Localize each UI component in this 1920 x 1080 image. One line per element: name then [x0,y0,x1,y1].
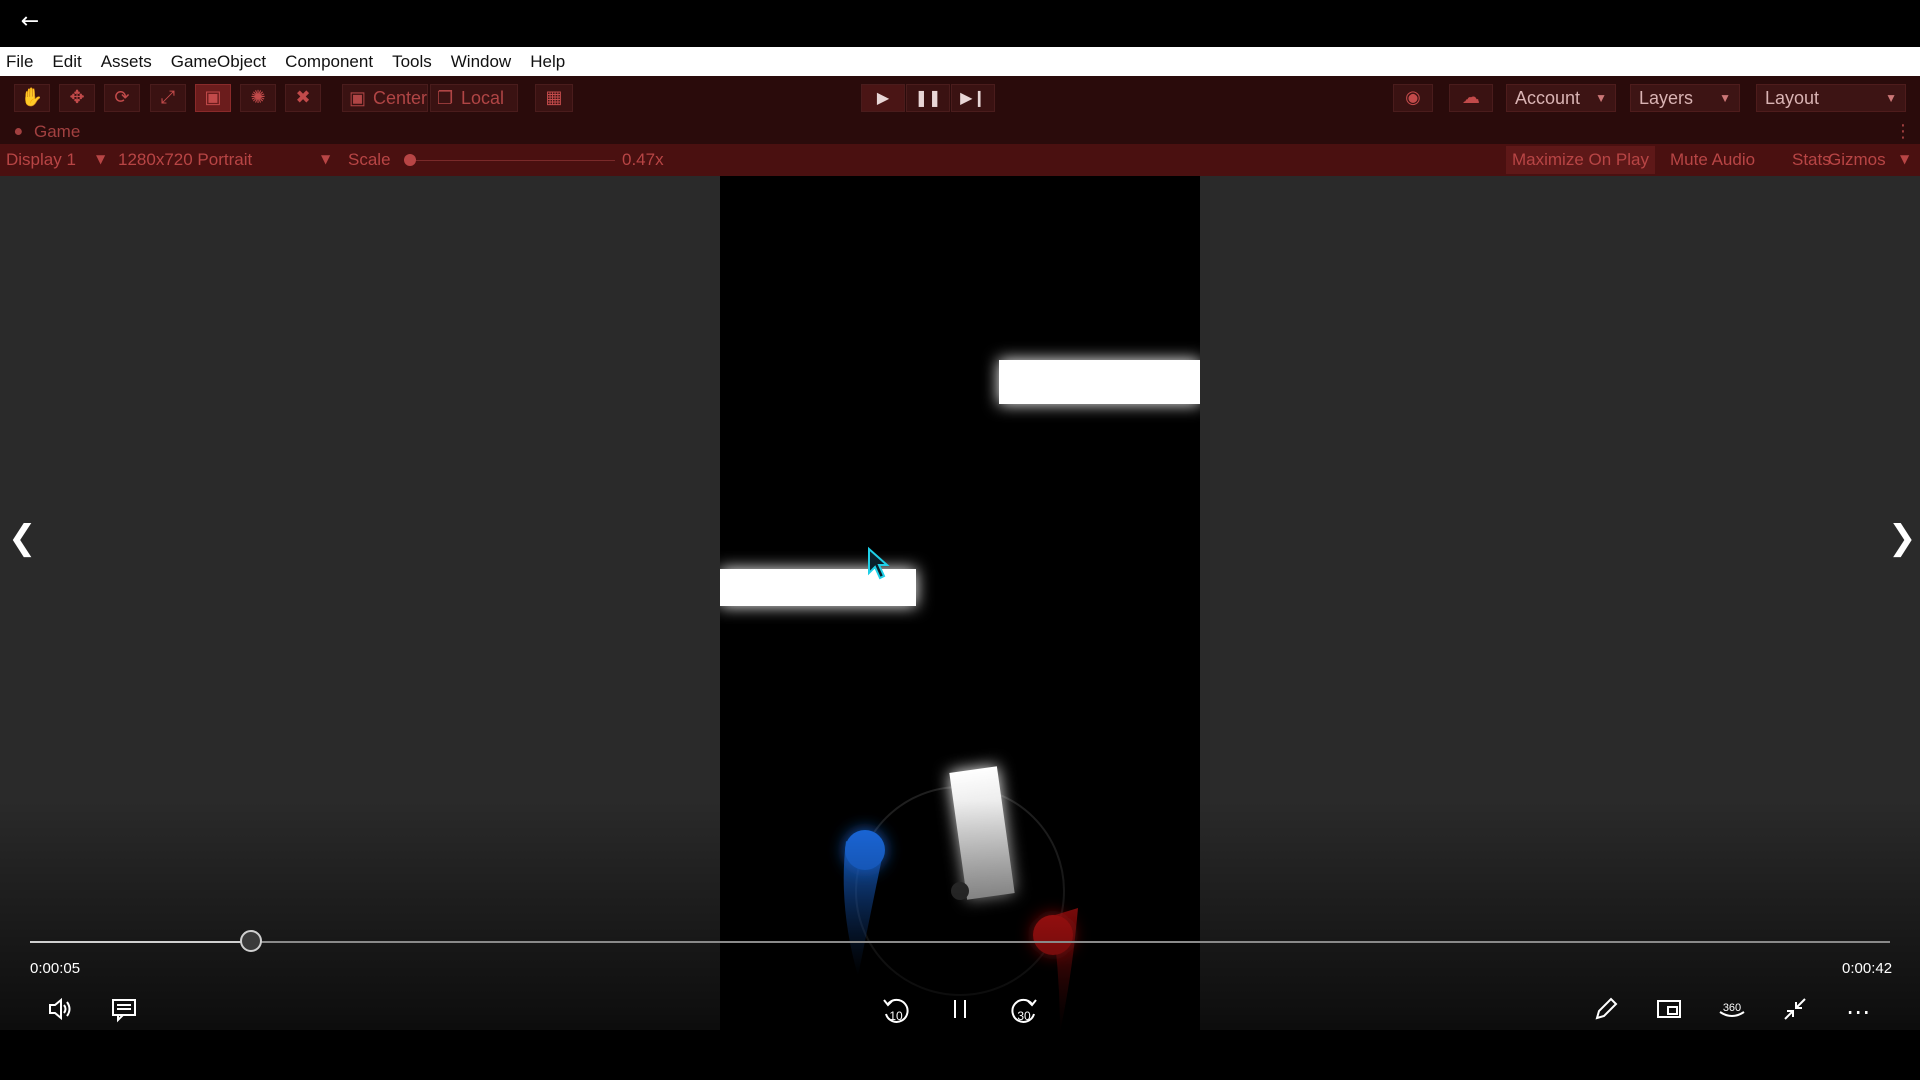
bottom-bar [0,1030,1920,1080]
volume-icon[interactable] [40,994,80,1030]
rotate-tool-icon[interactable]: ⟳ [104,84,140,112]
layers-label: Layers [1639,88,1694,108]
gizmos-toggle[interactable]: Gizmos [1822,146,1892,174]
grid-snap-icon[interactable]: ▦ [535,84,573,112]
subtitles-icon[interactable] [104,994,144,1030]
seek-bar-progress [30,941,251,943]
tab-game[interactable]: Game [34,122,80,142]
menu-window[interactable]: Window [451,52,511,72]
seek-bar[interactable] [30,941,1890,943]
previous-arrow-icon[interactable]: ❮ [8,518,37,558]
chevron-down-icon: ▼ [1719,91,1731,105]
chevron-down-icon[interactable]: ▼ [1900,152,1909,166]
skip-forward-seconds: 30 [1017,1009,1031,1023]
vr-360-icon[interactable]: 360 [1712,994,1752,1030]
chevron-down-icon: ▼ [1595,91,1607,105]
hand-tool-icon[interactable]: ✋ [14,84,50,112]
current-time: 0:00:05 [30,960,81,977]
platform-lower [720,569,916,606]
title-bar [0,0,1920,47]
game-tab-bar: ⚫ Game ⋮ [0,119,1920,144]
menu-gameobject[interactable]: GameObject [171,52,266,72]
display-select[interactable]: Display 1 [6,150,76,170]
scale-slider-handle[interactable] [404,154,416,166]
skip-back-seconds: 10 [889,1009,903,1023]
collab-icon[interactable]: ◉ [1393,84,1433,112]
chevron-down-icon: ▼ [1885,91,1897,105]
menu-edit[interactable]: Edit [52,52,81,72]
pivot-center-button[interactable]: ▣ Center [342,84,428,112]
space-local-button[interactable]: ❐ Local [430,84,518,112]
scale-value: 0.47x [622,150,664,169]
mini-view-icon[interactable] [1649,994,1689,1030]
layers-dropdown[interactable]: Layers ▼ [1630,84,1740,112]
layout-dropdown[interactable]: Layout ▼ [1756,84,1906,112]
account-label: Account [1515,88,1581,108]
skip-back-button[interactable]: 10 [876,994,916,1030]
seek-handle[interactable] [240,930,262,952]
chevron-down-icon: ▼ [321,152,331,166]
maximize-on-play-toggle[interactable]: Maximize On Play [1506,146,1655,174]
platform-upper [999,360,1200,404]
move-tool-icon[interactable]: ✥ [59,84,95,112]
more-options-icon[interactable]: ⋯ [1838,994,1878,1030]
layout-label: Layout [1765,88,1820,108]
play-button[interactable]: ▶ [861,84,905,112]
gamepad-icon: ⚫ [12,123,25,141]
resolution-select[interactable]: 1280x720 Portrait [118,150,252,170]
back-arrow-icon[interactable]: ← [16,8,44,36]
pivot-label: Center [373,88,428,108]
next-arrow-icon[interactable]: ❯ [1888,518,1917,558]
space-label: Local [461,88,505,108]
rect-tool-icon[interactable]: ▣ [195,84,231,112]
chevron-down-icon: ▼ [96,152,106,166]
total-time: 0:00:42 [1842,960,1893,977]
scale-tool-icon[interactable]: ⤢ [150,84,186,112]
account-dropdown[interactable]: Account ▼ [1506,84,1616,112]
svg-text:360: 360 [1723,1002,1741,1014]
menu-tools[interactable]: Tools [392,52,432,72]
game-view-toolbar: Display 1 ▼ 1280x720 Portrait ▼ Scale 0.… [0,144,1920,176]
pause-playback-button[interactable] [940,994,980,1030]
cloud-icon[interactable]: ☁ [1449,84,1493,112]
pause-button[interactable]: ❚❚ [906,84,950,112]
step-button[interactable]: ▶❙ [951,84,995,112]
cube-icon: ❐ [437,88,454,108]
custom-tool-icon[interactable]: ✖ [285,84,321,112]
menu-file[interactable]: File [6,52,33,72]
exit-fullscreen-icon[interactable] [1775,994,1815,1030]
skip-forward-button[interactable]: 30 [1004,994,1044,1030]
menu-help[interactable]: Help [530,52,565,72]
scale-slider-track[interactable] [410,160,615,161]
edit-pencil-icon[interactable] [1586,994,1626,1030]
scale-label: Scale [348,150,391,169]
menu-assets[interactable]: Assets [101,52,152,72]
menu-bar: File Edit Assets GameObject Component To… [0,47,1920,76]
kebab-menu-icon[interactable]: ⋮ [1894,121,1912,142]
menu-component[interactable]: Component [285,52,373,72]
pivot-icon: ▣ [349,88,367,108]
main-toolbar: ✋ ✥ ⟳ ⤢ ▣ ✺ ✖ ▣ Center ❐ Local ▦ ▶ ❚❚ ▶❙… [0,76,1920,119]
mute-audio-toggle[interactable]: Mute Audio [1664,146,1761,174]
transform-tool-icon[interactable]: ✺ [240,84,276,112]
